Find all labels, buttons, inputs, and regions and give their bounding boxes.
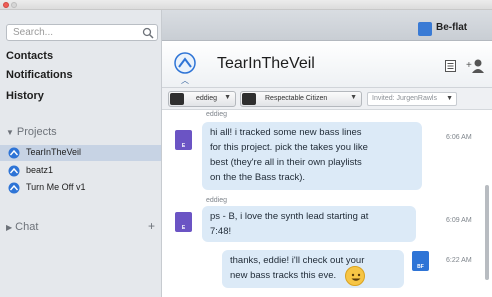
message-line: on the the Bass track). [210,172,306,183]
add-user-icon[interactable]: + [466,58,484,74]
message-sender: eddieg [206,197,228,204]
message-line: thanks, eddie! i'll check out your [230,255,365,266]
message-line: 7:48! [210,226,232,237]
scrollbar-thumb[interactable] [485,185,489,280]
chevron-up-icon[interactable]: ︿ [181,75,189,86]
invited-dropdown[interactable]: Invited: JurgenRawls ▼ [367,92,457,106]
nav-contacts[interactable]: Contacts [6,50,53,62]
project-item-turn-me-off-v1[interactable]: Turn Me Off v1 [0,180,161,196]
project-logo-icon[interactable] [174,52,196,74]
project-item-beatz1[interactable]: beatz1 [0,163,161,179]
svg-text:+: + [466,60,472,71]
document-icon[interactable] [445,60,456,72]
project-icon [8,165,20,177]
nav-notifications[interactable]: Notifications [6,69,73,81]
user-filter-label: eddieg [196,95,218,102]
caret-down-icon: ▼ [350,94,357,101]
triangle-down-icon: ▼ [6,128,14,137]
search-input[interactable]: Search... [6,24,158,41]
chat-section-header[interactable]: ▶ Chat [6,221,38,233]
project-icon [8,182,20,194]
user-name[interactable]: Be-flat [436,22,467,33]
invited-label: Invited: JurgenRawls [372,95,437,102]
avatar-label: E [181,143,186,149]
message-bubble: thanks, eddie! i'll check out your new b… [222,250,404,288]
project-label: beatz1 [26,165,54,175]
role-filter-label: Respectable Citizen [265,95,328,102]
avatar[interactable]: E [175,130,192,150]
message-bubble: hi all! i tracked some new bass lines fo… [202,122,422,190]
project-label: Turn Me Off v1 [26,182,86,192]
project-icon [8,147,20,159]
message-line: best (they're all in their own playlists [210,157,362,168]
project-item-tearintheveil[interactable]: TearInTheVeil [0,145,161,161]
projects-section-header[interactable]: ▼ Projects [6,126,57,138]
message-line: ps - B, i love the synth lead starting a… [210,211,369,222]
project-label: TearInTheVeil [26,147,82,157]
message-time: 6:06 AM [446,134,472,141]
message-bubble: ps - B, i love the synth lead starting a… [202,206,416,242]
window-titlebar [0,0,492,10]
projects-header-label: Projects [16,126,57,138]
caret-down-icon: ▼ [224,94,231,101]
message-line: hi all! i tracked some new bass lines [210,127,362,138]
role-filter-dropdown[interactable]: Respectable Citizen ▼ [240,91,362,107]
nav-history[interactable]: History [6,90,44,102]
sidebar: Search... Contacts Notifications History… [0,10,162,297]
chat-header-label: Chat [15,221,39,233]
minimize-window-button[interactable] [11,2,17,8]
close-window-button[interactable] [3,2,9,8]
avatar[interactable]: BF [412,251,429,271]
triangle-right-icon: ▶ [6,223,13,232]
avatar-label: BF [417,264,424,270]
message-time: 6:09 AM [446,217,472,224]
project-title: TearInTheVeil [217,55,315,72]
add-chat-button[interactable]: + [148,219,155,233]
avatar[interactable]: E [175,212,192,232]
message-time: 6:22 AM [446,257,472,264]
caret-down-icon: ▼ [446,95,453,102]
project-header [162,41,492,88]
user-avatar[interactable] [418,22,432,36]
avatar-label: E [181,225,186,231]
smiley-face-icon [351,273,361,281]
smiley-emoji-icon [345,266,365,286]
message-sender: eddieg [206,111,228,118]
message-line: for this project. pick the takes you lik… [210,142,368,153]
user-filter-dropdown[interactable]: eddieg ▼ [168,91,236,107]
avatar-icon [242,93,256,105]
message-line: new bass tracks this eve. [230,270,337,281]
search-placeholder: Search... [13,27,54,38]
avatar-icon [170,93,184,105]
search-icon[interactable] [142,27,154,39]
